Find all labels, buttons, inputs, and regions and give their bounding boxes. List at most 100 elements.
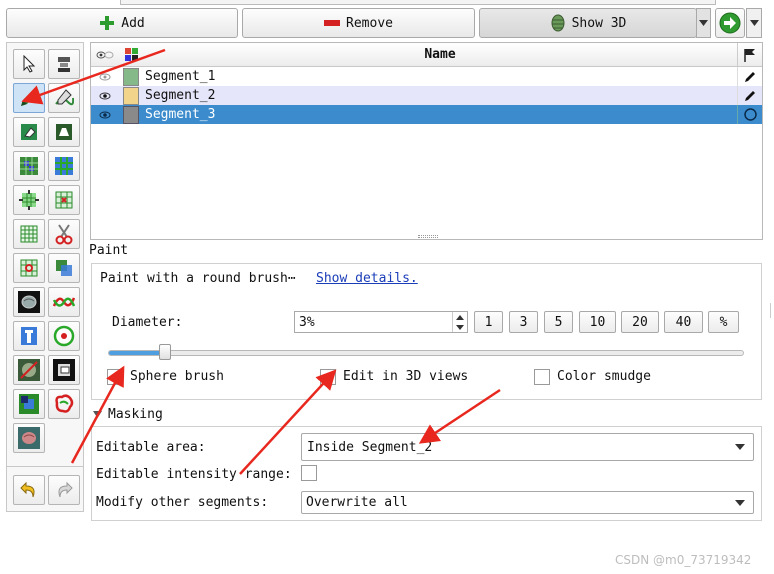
sphere-brush-checkbox[interactable]: [107, 368, 123, 385]
show-details-link[interactable]: Show details.: [316, 271, 418, 286]
hollow-tool[interactable]: [48, 185, 80, 215]
draw-tool[interactable]: [48, 83, 80, 113]
draw-tube-tool[interactable]: [13, 355, 45, 385]
plus-icon: [100, 16, 115, 30]
diameter-value: 3%: [299, 314, 315, 330]
segment-color-swatch[interactable]: [119, 105, 143, 124]
grow-from-seeds-tool[interactable]: [13, 151, 45, 181]
show-3d-dropdown[interactable]: [696, 8, 711, 38]
paint-description: Paint with a round brush⋯: [100, 271, 296, 286]
segment-name[interactable]: Segment_1: [143, 69, 737, 84]
editable-area-value: Inside Segment_2: [307, 439, 433, 455]
split-volume-tool[interactable]: [13, 389, 45, 419]
table-header: Name: [91, 43, 762, 67]
collapse-triangle-icon: [93, 411, 102, 418]
segments-table[interactable]: Name Segment_1 Segment_2 Segment_3: [90, 42, 763, 240]
segment-status[interactable]: [737, 67, 762, 86]
smoothing-tool[interactable]: [13, 219, 45, 249]
table-row[interactable]: Segment_2: [91, 86, 762, 105]
visibility-toggle[interactable]: [91, 92, 119, 100]
diameter-slider-handle[interactable]: [159, 344, 172, 360]
add-label: Add: [121, 15, 145, 31]
visibility-column-header[interactable]: [91, 50, 119, 60]
undo-button[interactable]: [13, 475, 45, 505]
diameter-preset-40[interactable]: 40: [664, 311, 703, 333]
wrap-solidify-tool[interactable]: [48, 287, 80, 317]
segment-status[interactable]: [737, 86, 762, 105]
mask-volume-tool[interactable]: [13, 287, 45, 317]
segment-name[interactable]: Segment_2: [143, 88, 737, 103]
table-row-selected[interactable]: Segment_3: [91, 105, 762, 124]
editable-area-dropdown[interactable]: Inside Segment_2: [301, 433, 754, 461]
segment-color-swatch[interactable]: [119, 86, 143, 105]
color-smudge-checkbox[interactable]: [534, 368, 550, 385]
threshold-bar-icon: [21, 327, 37, 345]
islands-tool[interactable]: [13, 253, 45, 283]
segment-name[interactable]: Segment_3: [143, 107, 737, 122]
remove-segment-button[interactable]: Remove: [242, 8, 475, 38]
next-arrow-button[interactable]: [715, 8, 745, 38]
watershed-tool[interactable]: [48, 389, 80, 419]
intensity-range-checkbox[interactable]: [301, 465, 317, 481]
erase-tool[interactable]: [13, 117, 45, 147]
diameter-preset-1[interactable]: 1: [474, 311, 503, 333]
blob-outline-icon: [55, 394, 74, 413]
diameter-unit-toggle[interactable]: %: [708, 311, 739, 333]
show-3d-button[interactable]: Show 3D: [479, 8, 697, 38]
eye-icon: [99, 92, 111, 99]
brain-dark-icon: [18, 291, 40, 313]
scissors-tool[interactable]: [48, 219, 80, 249]
add-segment-button[interactable]: Add: [6, 8, 238, 38]
fill-between-slices-tool[interactable]: [48, 151, 80, 181]
color-column-header[interactable]: [119, 48, 143, 61]
diameter-preset-20[interactable]: 20: [621, 311, 659, 333]
edit-3d-option[interactable]: Edit in 3D views: [320, 367, 468, 386]
sphere-brush-option[interactable]: Sphere brush: [107, 367, 224, 386]
chevron-down-icon: [735, 499, 745, 506]
modify-other-segments-dropdown[interactable]: Overwrite all: [301, 491, 754, 514]
engrave-tool[interactable]: [48, 355, 80, 385]
diameter-preset-5[interactable]: 5: [544, 311, 573, 333]
color-smudge-option[interactable]: Color smudge: [534, 367, 651, 386]
masking-section-header[interactable]: Masking: [93, 405, 163, 424]
undo-icon: [20, 481, 35, 498]
redo-button[interactable]: [48, 475, 80, 505]
name-column-header[interactable]: Name: [143, 47, 737, 62]
spin-arrows[interactable]: [452, 312, 467, 332]
segment-statistics-tool[interactable]: [13, 423, 45, 453]
local-threshold-tool[interactable]: [13, 321, 45, 351]
smoothing-grid-icon: [20, 225, 38, 243]
color-smudge-label: Color smudge: [557, 369, 651, 384]
pen-draw-icon: [55, 89, 74, 106]
next-arrow-dropdown[interactable]: [746, 8, 762, 38]
scan-brain-icon: [18, 359, 40, 381]
paint-tool[interactable]: [13, 83, 45, 113]
grid-fill-icon: [55, 157, 73, 175]
table-row[interactable]: Segment_1: [91, 67, 762, 86]
diameter-preset-3[interactable]: 3: [509, 311, 538, 333]
right-edge-mark: [770, 303, 774, 318]
margin-tool[interactable]: [13, 185, 45, 215]
surface-cut-tool[interactable]: [48, 321, 80, 351]
segment-editor-tool[interactable]: [48, 49, 80, 79]
top-frame-edge: [120, 0, 716, 5]
circle-outline-icon: [743, 108, 757, 121]
logical-operators-icon: [56, 260, 72, 276]
cube-3d-icon: [551, 14, 565, 32]
visibility-toggle[interactable]: [91, 73, 119, 81]
diameter-spinbox[interactable]: 3%: [294, 311, 468, 333]
segment-status[interactable]: [737, 105, 762, 124]
spin-up-icon: [456, 314, 464, 320]
edit-3d-checkbox[interactable]: [320, 368, 336, 385]
layers-icon: [58, 57, 70, 72]
curve-wave-icon: [53, 297, 75, 307]
diameter-preset-10[interactable]: 10: [579, 311, 616, 333]
logical-operators-tool[interactable]: [48, 253, 80, 283]
diameter-slider-track[interactable]: [108, 350, 744, 356]
status-column-header[interactable]: [737, 43, 762, 66]
level-tracing-tool[interactable]: [48, 117, 80, 147]
pointer-tool[interactable]: [13, 49, 45, 79]
visibility-toggle[interactable]: [91, 111, 119, 119]
splitter-handle[interactable]: [418, 235, 438, 238]
segment-color-swatch[interactable]: [119, 67, 143, 86]
